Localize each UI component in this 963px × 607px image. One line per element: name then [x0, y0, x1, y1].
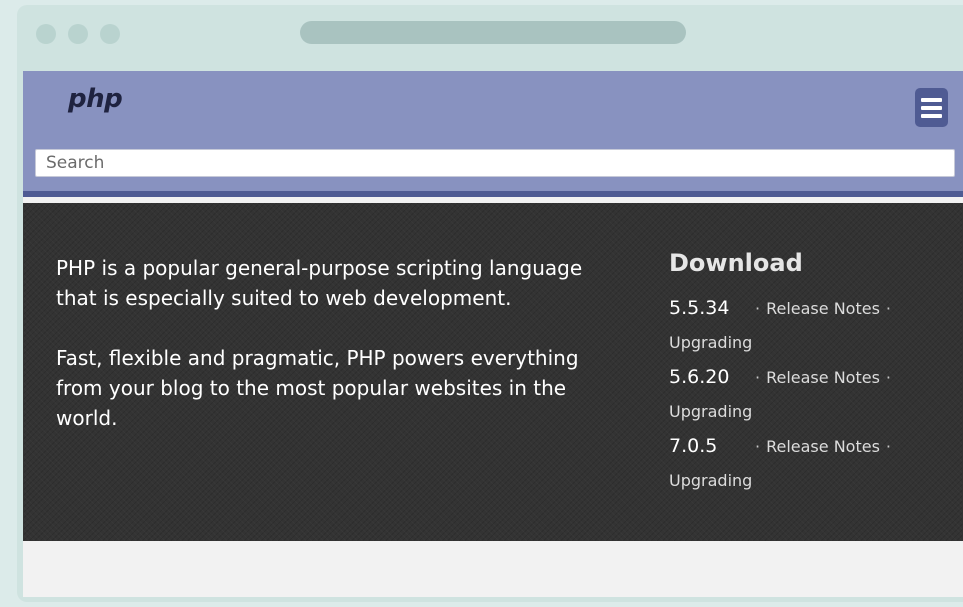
intro-paragraph: Fast, flexible and pragmatic, PHP powers…	[56, 346, 579, 430]
release-notes-link[interactable]: Release Notes	[766, 437, 880, 456]
download-panel: Download 5.5.34 · Release Notes · Upgrading…	[669, 249, 929, 498]
intro-text: PHP is a popular general-purpose scripti…	[56, 253, 616, 433]
release-item: 7.0.5 · Release Notes · Upgrading	[669, 429, 929, 498]
release-version-link[interactable]: 5.6.20	[669, 360, 749, 394]
upgrading-link[interactable]: Upgrading	[669, 464, 929, 498]
php-logo[interactable]: php	[68, 84, 123, 114]
upgrading-link[interactable]: Upgrading	[669, 395, 929, 429]
separator-dot: ·	[885, 437, 891, 456]
release-notes-link[interactable]: Release Notes	[766, 368, 880, 387]
release-item: 5.5.34 · Release Notes · Upgrading	[669, 291, 929, 360]
download-heading[interactable]: Download	[669, 249, 929, 277]
release-version-link[interactable]: 7.0.5	[669, 429, 749, 463]
intro-paragraph: PHP is a popular general-purpose scripti…	[56, 256, 583, 310]
release-notes-link[interactable]: Release Notes	[766, 299, 880, 318]
page-viewport: php PHP is a popular general-purpose scr…	[23, 71, 963, 597]
address-bar[interactable]	[300, 21, 686, 44]
window-minimize-dot[interactable]	[68, 24, 88, 44]
search-input[interactable]	[35, 149, 955, 177]
site-header: php	[23, 71, 963, 197]
intro-section: PHP is a popular general-purpose scripti…	[23, 203, 963, 541]
upgrading-link[interactable]: Upgrading	[669, 326, 929, 360]
release-version-link[interactable]: 5.5.34	[669, 291, 749, 325]
browser-window: php PHP is a popular general-purpose scr…	[17, 5, 963, 602]
separator-dot: ·	[755, 299, 761, 318]
separator-dot: ·	[885, 368, 891, 387]
browser-toolbar	[17, 5, 963, 71]
menu-bar	[921, 113, 942, 118]
menu-bar	[921, 97, 942, 102]
separator-dot: ·	[885, 299, 891, 318]
menu-bar	[921, 105, 942, 110]
hamburger-menu-icon[interactable]	[915, 88, 948, 127]
window-maximize-dot[interactable]	[100, 24, 120, 44]
release-item: 5.6.20 · Release Notes · Upgrading	[669, 360, 929, 429]
separator-dot: ·	[755, 368, 761, 387]
window-close-dot[interactable]	[36, 24, 56, 44]
separator-dot: ·	[755, 437, 761, 456]
